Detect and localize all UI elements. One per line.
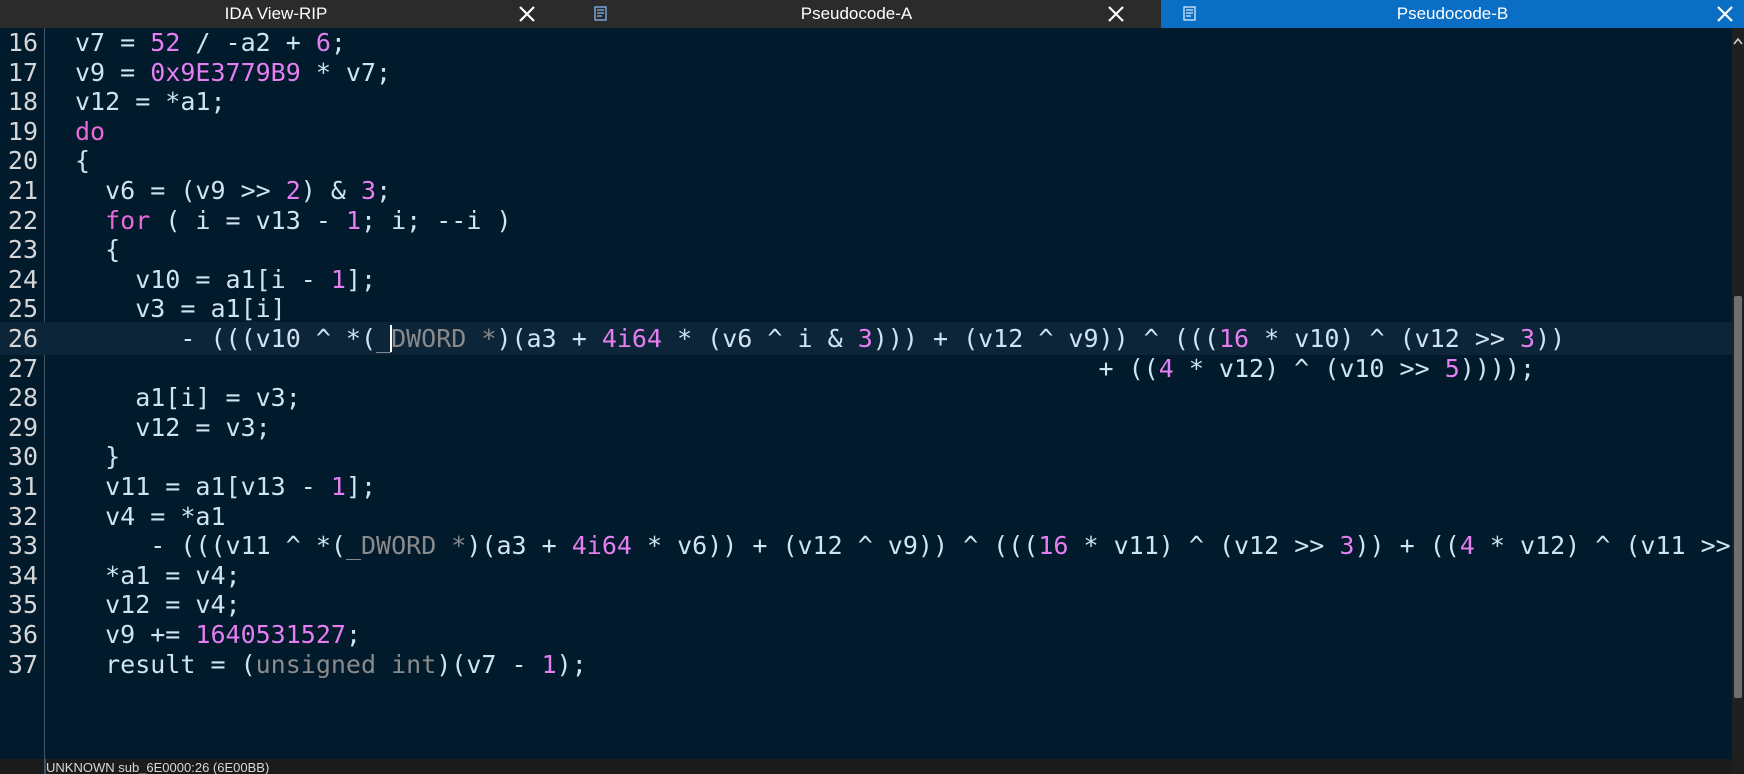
tab-separator [1141,0,1161,28]
code-line[interactable]: 25 v3 = a1[i] [0,292,1732,325]
line-number: 34 [7,560,38,590]
code-text[interactable]: v9 += 1640531527; [75,618,361,651]
code-text[interactable]: do [75,115,105,148]
code-text[interactable]: v9 = 0x9E3779B9 * v7; [75,56,391,89]
tab-label: Pseudocode-B [1396,4,1509,23]
tab-pseudocode-b[interactable]: Pseudocode-B [1161,0,1744,28]
line-number: 36 [7,620,38,649]
code-line[interactable]: 27 + ((4 * v12) ^ (v10 >> 5)))); [0,352,1732,385]
code-text[interactable]: result = (unsigned int)(v7 - 1); [75,648,587,681]
line-number: 24 [7,264,38,294]
code-line[interactable]: 32 v4 = *a1 [0,500,1732,533]
code-text[interactable]: } [75,440,120,473]
code-line[interactable]: 23 { [0,233,1732,266]
tab-label: Pseudocode-A [800,4,913,23]
line-number: 28 [7,383,38,413]
code-line[interactable]: 18 v12 = *a1; [0,85,1732,118]
code-text[interactable]: v12 = v4; [75,588,240,621]
line-number: 30 [7,442,38,472]
line-number: 25 [7,294,38,324]
scrollbar-thumb[interactable] [1734,296,1742,698]
tab-separator [552,0,572,28]
code-line[interactable]: 19 do [0,115,1732,148]
tab-ida-view-rip[interactable]: IDA View-RIP [0,0,552,28]
code-text[interactable]: v6 = (v9 >> 2) & 3; [75,174,391,207]
code-text[interactable]: *a1 = v4; [75,559,240,592]
line-number: 26 [7,324,38,353]
code-line[interactable]: 21 v6 = (v9 >> 2) & 3; [0,174,1732,207]
code-line[interactable]: 36 v9 += 1640531527; [0,618,1732,651]
line-number: 18 [7,87,38,117]
code-line[interactable]: 30 } [0,440,1732,473]
code-line[interactable]: 16 v7 = 52 / -a2 + 6; [0,28,1732,59]
code-text[interactable]: { [75,233,120,266]
code-text[interactable]: - (((v11 ^ *(_DWORD *)(a3 + 4i64 * v6)) … [75,529,1730,562]
tab-pseudocode-a[interactable]: Pseudocode-A [572,0,1141,28]
code-text[interactable]: v4 = *a1 [75,500,225,533]
line-number: 17 [7,57,38,87]
line-number: 33 [7,531,38,561]
line-number: 31 [7,472,38,501]
vertical-scrollbar[interactable] [1732,28,1744,774]
text-caret [390,325,392,352]
code-line[interactable]: 26 - (((v10 ^ *(_DWORD *)(a3 + 4i64 * (v… [0,322,1732,355]
code-text[interactable]: v3 = a1[i] [75,292,286,325]
close-icon[interactable] [1714,3,1736,25]
line-number: 20 [7,146,38,176]
close-icon[interactable] [1105,3,1127,25]
code-line[interactable]: 33 - (((v11 ^ *(_DWORD *)(a3 + 4i64 * v6… [0,529,1732,562]
status-bar: UNKNOWN sub_6E0000:26 (6E00BB) [0,759,1732,774]
line-number: 32 [7,501,38,531]
code-line[interactable]: 37 result = (unsigned int)(v7 - 1); [0,648,1732,681]
code-text[interactable]: v12 = *a1; [75,85,226,118]
code-text[interactable]: v12 = v3; [75,411,270,444]
tab-bar: IDA View-RIP Pseudocode-A Pseudocode-B [0,0,1744,28]
code-text[interactable]: + ((4 * v12) ^ (v10 >> 5)))); [75,352,1535,385]
code-text[interactable]: { [75,144,90,177]
code-text[interactable]: for ( i = v13 - 1; i; --i ) [75,204,511,237]
line-number: 29 [7,412,38,442]
code-line[interactable]: 17 v9 = 0x9E3779B9 * v7; [0,56,1732,89]
line-number: 22 [7,205,38,235]
code-text[interactable]: v10 = a1[i - 1]; [75,263,376,296]
code-line[interactable]: 34 *a1 = v4; [0,559,1732,592]
line-number: 21 [7,176,38,205]
close-icon[interactable] [516,3,538,25]
line-number: 16 [7,28,38,57]
line-number: 23 [7,235,38,265]
code-line[interactable]: 20 { [0,144,1732,177]
line-number: 19 [7,116,38,146]
code-line[interactable]: 31 v11 = a1[v13 - 1]; [0,470,1732,503]
chevron-up-icon[interactable] [1732,34,1744,50]
code-line[interactable]: 22 for ( i = v13 - 1; i; --i ) [0,204,1732,237]
line-number: 37 [7,649,38,679]
code-text[interactable]: v11 = a1[v13 - 1]; [75,470,376,503]
line-number: 35 [7,590,38,620]
code-text[interactable]: a1[i] = v3; [75,381,301,414]
line-number: 27 [7,353,38,383]
status-text: UNKNOWN sub_6E0000:26 (6E00BB) [46,760,270,774]
code-text[interactable]: - (((v10 ^ *(_DWORD *)(a3 + 4i64 * (v6 ^… [75,322,1565,355]
code-line[interactable]: 28 a1[i] = v3; [0,381,1732,414]
tab-label: IDA View-RIP [224,4,328,23]
code-line[interactable]: 35 v12 = v4; [0,588,1732,621]
pseudocode-editor[interactable]: 16 v7 = 52 / -a2 + 6; 17 v9 = 0x9E3779B9 * … [0,28,1732,759]
code-text[interactable]: v7 = 52 / -a2 + 6; [75,28,346,59]
code-line[interactable]: 24 v10 = a1[i - 1]; [0,263,1732,296]
code-line[interactable]: 29 v12 = v3; [0,411,1732,444]
